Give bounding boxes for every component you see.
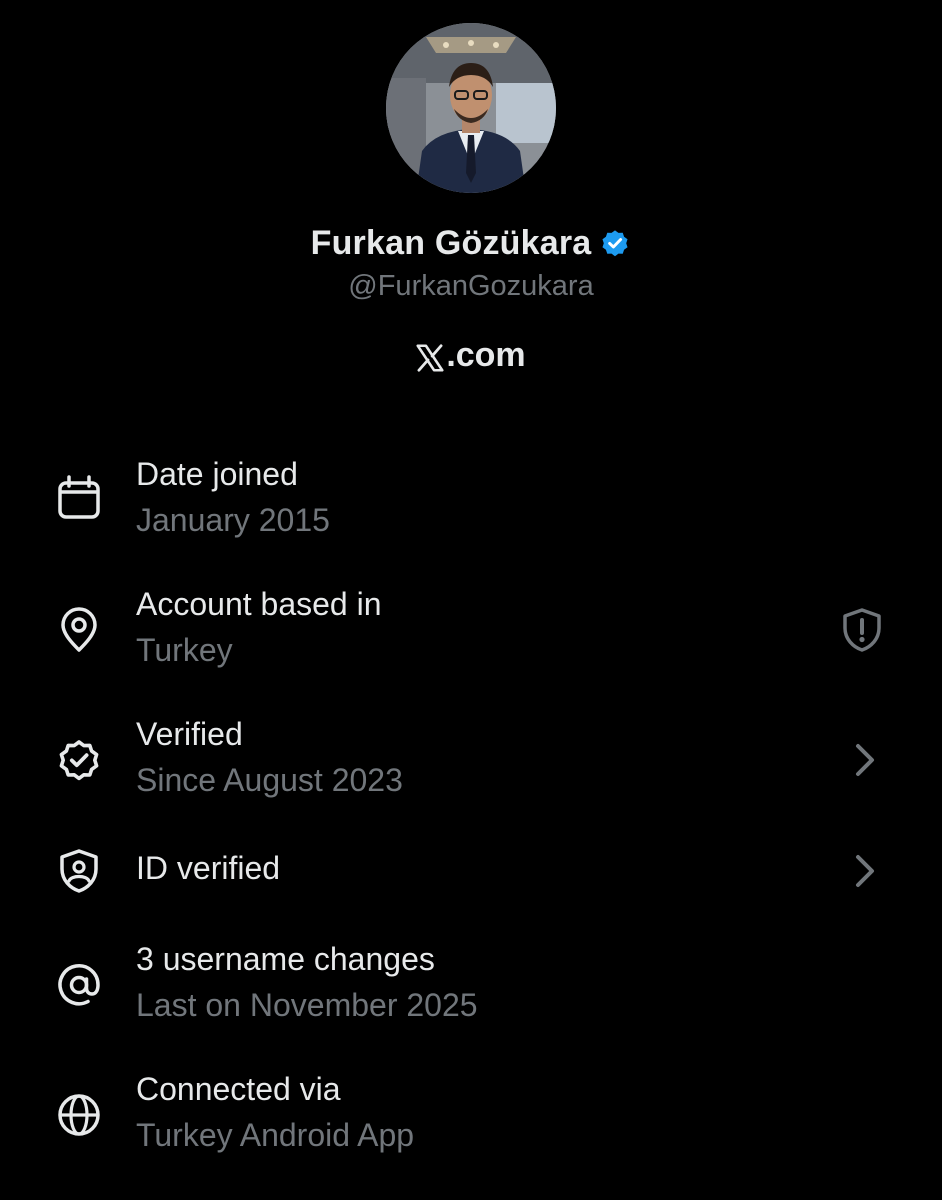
date-joined-value: January 2015: [136, 502, 330, 538]
shield-alert-icon[interactable]: [838, 606, 886, 654]
row-username-changes: 3 username changes Last on November 2025: [0, 937, 942, 1037]
brand-row: .com: [0, 336, 942, 375]
verified-title: Verified: [136, 716, 243, 752]
display-name: Furkan Gözükara: [310, 223, 592, 262]
brand-domain-suffix: .com: [446, 336, 526, 374]
profile-name-row: Furkan Gözükara: [0, 220, 942, 266]
verified-badge-icon: [55, 736, 103, 784]
id-verified-title: ID verified: [136, 850, 281, 886]
verified-value: Since August 2023: [136, 762, 403, 798]
username-changes-title: 3 username changes: [136, 941, 435, 977]
avatar[interactable]: [386, 23, 556, 193]
account-based-value: Turkey: [136, 632, 233, 668]
location-pin-icon: [55, 606, 103, 654]
verified-checkmark-icon[interactable]: [599, 227, 631, 259]
connected-via-value: Turkey Android App: [136, 1117, 415, 1153]
row-id-verified[interactable]: ID verified: [0, 842, 942, 902]
row-account-based[interactable]: Account based in Turkey: [0, 582, 942, 682]
row-date-joined: Date joined January 2015: [0, 452, 942, 552]
row-verified[interactable]: Verified Since August 2023: [0, 712, 942, 812]
account-based-title: Account based in: [136, 586, 382, 622]
chevron-right-icon[interactable]: [842, 847, 890, 895]
at-sign-icon: [55, 961, 103, 1009]
x-logo-icon: [416, 342, 444, 372]
username-changes-value: Last on November 2025: [136, 987, 478, 1023]
connected-via-title: Connected via: [136, 1071, 341, 1107]
globe-icon: [55, 1091, 103, 1139]
username-handle: @FurkanGozukara: [348, 270, 594, 302]
date-joined-title: Date joined: [136, 456, 298, 492]
profile-photo: [386, 23, 556, 193]
chevron-right-icon[interactable]: [842, 736, 890, 784]
row-connected-via: Connected via Turkey Android App: [0, 1067, 942, 1167]
id-shield-icon: [55, 847, 103, 895]
calendar-icon: [55, 474, 103, 522]
